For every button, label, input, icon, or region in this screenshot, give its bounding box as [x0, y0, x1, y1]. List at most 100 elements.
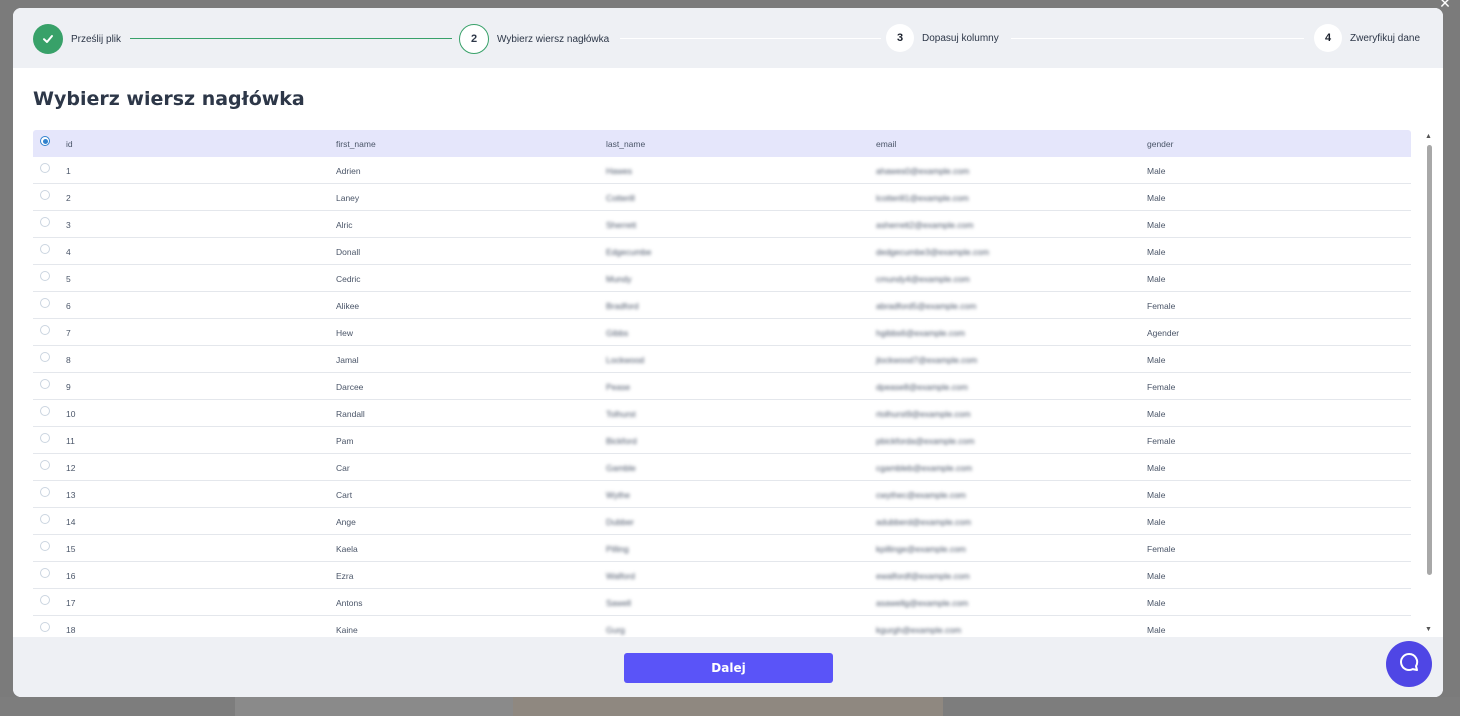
table-cell-id: 3	[66, 220, 71, 230]
table-cell-first-name: Cedric	[336, 274, 361, 284]
table-cell-last-name: Pease	[606, 382, 631, 392]
row-radio[interactable]	[40, 298, 50, 308]
table-cell-first-name: Laney	[336, 193, 360, 203]
table-cell-email: hgibbs6@example.com	[876, 328, 965, 338]
step-verify[interactable]: 4 Zweryfikuj dane	[1314, 24, 1420, 52]
row-radio[interactable]	[40, 595, 50, 605]
table-row[interactable]: 13 Cart Wythe cwythec@example.com Male	[33, 481, 1411, 508]
row-radio[interactable]	[40, 136, 50, 146]
backdrop-card	[513, 697, 943, 716]
table-cell-id: 8	[66, 355, 71, 365]
table-row[interactable]: 1 Adrien Hawes ahawes0@example.com Male	[33, 157, 1411, 184]
step-number: 3	[886, 24, 914, 52]
scroll-up-icon[interactable]: ▲	[1425, 133, 1432, 140]
row-radio[interactable]	[40, 244, 50, 254]
table-row[interactable]: 7 Hew Gibbs hgibbs6@example.com Agender	[33, 319, 1411, 346]
table-scrollbar[interactable]	[1411, 130, 1441, 637]
table-cell-id: 15	[66, 544, 76, 554]
table-row[interactable]: 14 Ange Dubber adubberd@example.com Male	[33, 508, 1411, 535]
table-row[interactable]: 2 Laney Cotterill lcotterill1@example.com Ma…	[33, 184, 1411, 211]
table-cell-email: pbickforda@example.com	[876, 436, 975, 446]
table-cell-id: 9	[66, 382, 71, 392]
table-cell-email: lcotterill1@example.com	[876, 193, 969, 203]
row-radio[interactable]	[40, 433, 50, 443]
row-radio[interactable]	[40, 514, 50, 524]
table-cell-email: abradford5@example.com	[876, 301, 977, 311]
table-row[interactable]: 17 Antons Sawell asawellg@example.com Male	[33, 589, 1411, 616]
scroll-down-icon[interactable]: ▼	[1425, 626, 1432, 633]
table-cell-first-name: Ezra	[336, 571, 354, 581]
table-row[interactable]: 18 Kaine Gurg kgurgh@example.com Male	[33, 616, 1411, 637]
table-row[interactable]: 15 Kaela Pilling kpillinge@example.com Femal…	[33, 535, 1411, 562]
table-cell-id: 4	[66, 247, 71, 257]
row-radio[interactable]	[40, 163, 50, 173]
table-row[interactable]: 11 Pam Bickford pbickforda@example.com Femal…	[33, 427, 1411, 454]
row-radio[interactable]	[40, 460, 50, 470]
row-radio[interactable]	[40, 271, 50, 281]
step-upload[interactable]: Prześlij plik	[33, 24, 121, 54]
table-cell-last-name: Bradford	[606, 301, 639, 311]
table-row[interactable]: 4 Donall Edgecumbe dedgecumbe3@example.com M…	[33, 238, 1411, 265]
table-row[interactable]: 9 Darcee Pease dpease8@example.com Female	[33, 373, 1411, 400]
row-radio[interactable]	[40, 568, 50, 578]
table-row[interactable]: 3 Alric Sherrett asherrett2@example.com Male	[33, 211, 1411, 238]
row-radio[interactable]	[40, 325, 50, 335]
step-label: Dopasuj kolumny	[922, 32, 999, 44]
header-cell: first_name	[336, 139, 376, 149]
row-radio[interactable]	[40, 487, 50, 497]
table-cell-first-name: Ange	[336, 517, 356, 527]
table-row-header[interactable]: id first_name last_name email gender	[33, 130, 1411, 157]
table-row[interactable]: 6 Alikee Bradford abradford5@example.com Fem…	[33, 292, 1411, 319]
table-cell-last-name: Edgecumbe	[606, 247, 652, 257]
table-cell-first-name: Darcee	[336, 382, 364, 392]
row-radio[interactable]	[40, 379, 50, 389]
table-cell-last-name: Hawes	[606, 166, 632, 176]
table-cell-gender: Male	[1147, 220, 1166, 230]
next-button[interactable]: Dalej	[624, 653, 833, 683]
step-map-columns[interactable]: 3 Dopasuj kolumny	[886, 24, 999, 52]
table-cell-gender: Male	[1147, 355, 1166, 365]
table-cell-email: kpillinge@example.com	[876, 544, 966, 554]
table-cell-last-name: Bickford	[606, 436, 637, 446]
modal-footer: Dalej	[13, 637, 1443, 697]
row-radio[interactable]	[40, 190, 50, 200]
table-cell-id: 11	[66, 436, 75, 446]
table-row[interactable]: 8 Jamal Lockwood jlockwood7@example.com Male	[33, 346, 1411, 373]
table-cell-id: 2	[66, 193, 71, 203]
table-cell-first-name: Alikee	[336, 301, 360, 311]
table-cell-last-name: Sherrett	[606, 220, 637, 230]
table-row[interactable]: 12 Car Gamble cgambleb@example.com Male	[33, 454, 1411, 481]
table-row[interactable]: 5 Cedric Mundy cmundy4@example.com Male	[33, 265, 1411, 292]
table-cell-email: cwythec@example.com	[876, 490, 966, 500]
table-cell-gender: Male	[1147, 409, 1166, 419]
help-chat-button[interactable]	[1386, 641, 1432, 687]
step-number: 4	[1314, 24, 1342, 52]
table-cell-id: 14	[66, 517, 76, 527]
step-connector-1	[130, 38, 452, 39]
table-row[interactable]: 16 Ezra Walford ewalfordf@example.com Male	[33, 562, 1411, 589]
table-cell-first-name: Randall	[336, 409, 365, 419]
scrollbar-thumb[interactable]	[1427, 145, 1432, 575]
table-cell-email: ahawes0@example.com	[876, 166, 970, 176]
table-cell-gender: Male	[1147, 274, 1166, 284]
step-select-header[interactable]: 2 Wybierz wiersz nagłówka	[459, 24, 609, 54]
table-cell-first-name: Cart	[336, 490, 353, 500]
table-row[interactable]: 10 Randall Tolhurst rtolhurst9@example.com M…	[33, 400, 1411, 427]
header-cell: gender	[1147, 139, 1174, 149]
row-radio[interactable]	[40, 541, 50, 551]
table-cell-gender: Male	[1147, 463, 1166, 473]
table-cell-last-name: Gamble	[606, 463, 636, 473]
row-radio[interactable]	[40, 217, 50, 227]
table-cell-gender: Male	[1147, 247, 1166, 257]
row-radio[interactable]	[40, 622, 50, 632]
row-radio[interactable]	[40, 406, 50, 416]
row-radio[interactable]	[40, 352, 50, 362]
table-cell-gender: Female	[1147, 436, 1176, 446]
table-cell-gender: Male	[1147, 517, 1166, 527]
table-cell-first-name: Adrien	[336, 166, 361, 176]
table-cell-email: cmundy4@example.com	[876, 274, 970, 284]
table-cell-gender: Female	[1147, 382, 1176, 392]
table-cell-first-name: Alric	[336, 220, 353, 230]
table-cell-email: rtolhurst9@example.com	[876, 409, 971, 419]
table-cell-email: kgurgh@example.com	[876, 625, 962, 635]
